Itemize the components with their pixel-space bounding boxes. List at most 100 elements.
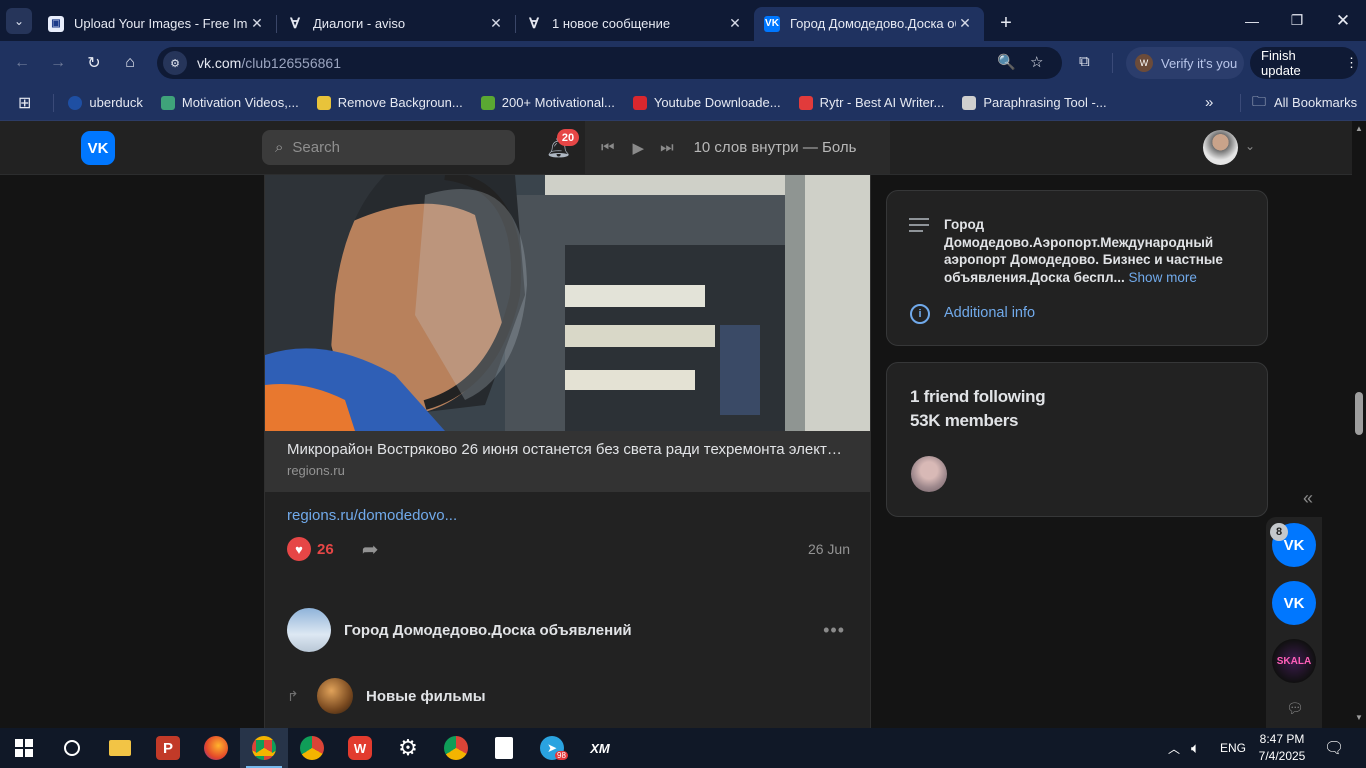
minimize-button[interactable]: — — [1229, 0, 1275, 41]
group-avatar[interactable] — [287, 608, 331, 652]
bookmark-uberduck[interactable]: uberduck — [68, 95, 143, 110]
chrome-button-active[interactable] — [240, 728, 288, 768]
show-hidden-icons[interactable]: ︿ — [1168, 728, 1180, 768]
scroll-up-icon[interactable]: ▲ — [1355, 124, 1363, 133]
rytr-icon — [798, 95, 813, 110]
kebab-menu-icon: ⋮ — [1345, 55, 1358, 70]
info-icon: i — [910, 304, 930, 324]
search-placeholder: Search — [292, 139, 340, 156]
start-button[interactable] — [0, 728, 48, 768]
site-info-icon[interactable]: ⚙ — [163, 51, 187, 75]
tab-new-message[interactable]: ∀ 1 новое сообщение ✕ — [516, 7, 754, 41]
chat-vk-2[interactable]: VK — [1272, 581, 1316, 625]
vk-logo[interactable]: VK — [81, 131, 115, 165]
chevron-down-icon[interactable]: ⌄ — [1245, 139, 1255, 153]
link-preview-card[interactable]: Микрорайон Востряково 26 июня останется … — [265, 431, 870, 492]
heart-icon[interactable]: ♥ — [287, 537, 311, 561]
bookmark-star-icon[interactable]: ☆ — [1030, 53, 1043, 71]
zoom-icon[interactable]: 🔍 — [997, 53, 1016, 71]
post-date[interactable]: 26 Jun — [808, 541, 850, 557]
file-explorer-button[interactable] — [96, 728, 144, 768]
close-icon[interactable]: ✕ — [956, 15, 974, 32]
language-indicator[interactable]: ENG — [1220, 728, 1246, 768]
p-app-icon: P — [156, 736, 180, 760]
settings-button[interactable]: ⚙ — [384, 728, 432, 768]
all-bookmarks[interactable]: 🗀 All Bookmarks — [1252, 91, 1357, 115]
chat-bubble-icon[interactable]: 💬︎ — [1286, 700, 1304, 717]
user-avatar[interactable] — [1203, 130, 1238, 165]
bookmark-paraphrasing-tool[interactable]: Paraphrasing Tool -... — [962, 95, 1107, 110]
scroll-down-icon[interactable]: ▼ — [1355, 713, 1363, 722]
vk-icon: VK — [764, 15, 780, 32]
share-icon[interactable]: ➦ — [362, 537, 379, 562]
calculator-button[interactable] — [480, 728, 528, 768]
finish-label: Finish update — [1261, 48, 1301, 78]
page-scrollbar[interactable]: ▲ ▼ — [1352, 121, 1366, 728]
clock-date: 7/4/2025 — [1258, 749, 1306, 763]
bookmark-rytr[interactable]: Rytr - Best AI Writer... — [798, 95, 944, 110]
close-window-button[interactable]: ✕ — [1320, 0, 1366, 41]
restore-button[interactable]: ❐ — [1274, 0, 1320, 41]
finish-update-button[interactable]: Finish update ⋮ — [1250, 47, 1358, 79]
telegram-button[interactable]: ➤ 98 — [528, 728, 576, 768]
group-name[interactable]: Город Домодедово.Доска объявлений — [344, 622, 632, 639]
chrome-profile-button[interactable] — [432, 728, 480, 768]
chrome-button[interactable] — [288, 728, 336, 768]
extensions-icon[interactable]: ⧉ — [1079, 53, 1090, 70]
likes-count[interactable]: 26 — [317, 541, 334, 558]
back-button[interactable]: ← — [4, 47, 40, 79]
profile-avatar: W — [1135, 54, 1153, 72]
xm-button[interactable]: XM — [576, 728, 624, 768]
tab-vk-domodedovo[interactable]: VK Город Домодедово.Доска объ ✕ — [754, 6, 984, 41]
next-track-icon[interactable]: ⏭ — [660, 139, 674, 156]
bookmark-remove-background[interactable]: Remove Backgroun... — [316, 95, 463, 110]
notification-center-icon[interactable]: 🗨︎ — [1324, 728, 1344, 768]
group-info-card: Город Домодедово.Аэропорт.Международный … — [886, 190, 1268, 346]
previous-track-icon[interactable]: ⏮ — [601, 139, 615, 156]
tab-search-button[interactable]: ⌄ — [6, 7, 32, 34]
close-icon[interactable]: ✕ — [726, 15, 744, 32]
close-icon[interactable]: ✕ — [248, 15, 266, 32]
bookmarks-bar: ⊞ uberduck Motivation Videos,... Remove … — [0, 85, 1366, 121]
bookmark-motivational[interactable]: 200+ Motivational... — [480, 95, 615, 110]
more-bookmarks-icon[interactable]: » — [1205, 94, 1213, 111]
home-button[interactable]: ⌂ — [112, 47, 148, 79]
system-clock[interactable]: 8:47 PM 7/4/2025 — [1252, 731, 1312, 765]
vk-header: VK ⌕ Search 🔔︎ 20 ⏮ ▶ ⏭ 10 слов внутри —… — [0, 121, 1352, 175]
search-input[interactable]: ⌕ Search — [262, 130, 515, 165]
more-options-icon[interactable]: ••• — [823, 620, 845, 641]
firefox-icon — [204, 736, 228, 760]
wps-button[interactable]: W — [336, 728, 384, 768]
unread-badge: 8 — [1270, 523, 1288, 541]
track-title[interactable]: 10 слов внутри — Боль — [694, 139, 864, 156]
address-bar[interactable]: ⚙ vk.com/club126556861 🔍 ☆ — [157, 47, 1062, 79]
bookmark-youtube-downloader[interactable]: Youtube Downloade... — [632, 95, 781, 110]
scrollbar-thumb[interactable] — [1355, 392, 1363, 435]
tab-aviso[interactable]: ∀ Диалоги - aviso ✕ — [277, 7, 515, 41]
close-icon[interactable]: ✕ — [487, 15, 505, 32]
feather-icon — [962, 95, 977, 110]
post-link[interactable]: regions.ru/domodedovo... — [287, 507, 457, 524]
tab-upload-images[interactable]: ▣ Upload Your Images - Free Imag ✕ — [38, 7, 276, 41]
members-card[interactable]: 1 friend following 53K members — [886, 362, 1268, 517]
post-image[interactable] — [265, 175, 870, 431]
new-tab-button[interactable]: + — [992, 10, 1020, 38]
firefox-button[interactable] — [192, 728, 240, 768]
bookmark-motivation-videos[interactable]: Motivation Videos,... — [160, 95, 299, 110]
volume-icon[interactable]: 🔈︎ — [1191, 728, 1200, 768]
chat-skala[interactable]: SKALA — [1272, 639, 1316, 683]
show-more-link[interactable]: Show more — [1129, 270, 1197, 285]
reload-button[interactable]: ↻ — [76, 47, 112, 79]
repost-name[interactable]: Новые фильмы — [366, 688, 486, 705]
search-taskbar-button[interactable] — [48, 728, 96, 768]
forward-button[interactable]: → — [40, 47, 76, 79]
play-icon[interactable]: ▶ — [633, 139, 645, 157]
friend-avatar[interactable] — [911, 456, 947, 492]
collapse-chats-icon[interactable]: « — [1303, 488, 1313, 509]
repost-avatar[interactable] — [317, 678, 353, 714]
toolbar-divider — [1112, 53, 1113, 73]
additional-info-link[interactable]: Additional info — [944, 305, 1035, 321]
apps-grid-icon[interactable]: ⊞ — [18, 93, 31, 113]
app-p-button[interactable]: P — [144, 728, 192, 768]
verify-profile-button[interactable]: W Verify it's you — [1126, 47, 1244, 79]
